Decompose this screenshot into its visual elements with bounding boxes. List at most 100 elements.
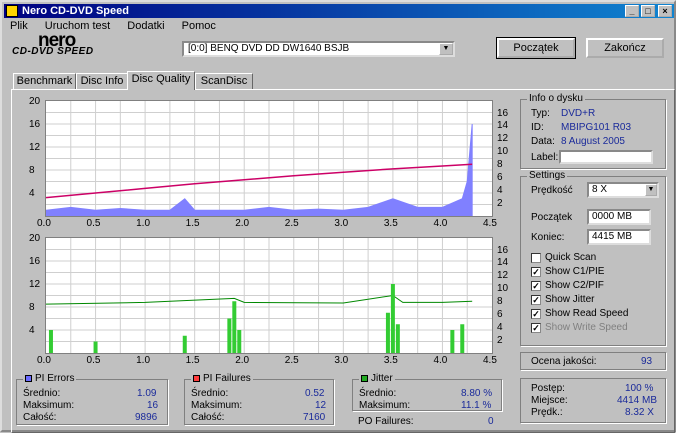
read-speed-value: 8.32 X xyxy=(625,407,654,418)
maximize-icon[interactable]: □ xyxy=(641,5,655,17)
pi-failures-total-label: Całość: xyxy=(191,412,225,423)
jitter-max: 11.1 % xyxy=(461,400,492,411)
jitter-chart-svg xyxy=(45,238,492,353)
y-right-tick-label: 14 xyxy=(497,120,509,132)
pi-errors-max: 16 xyxy=(147,400,159,411)
minimize-icon[interactable]: _ xyxy=(625,5,639,17)
y-right-tick-label: 6 xyxy=(497,172,503,184)
progress-label: Postęp: xyxy=(531,383,565,394)
x-tick-label: 2.0 xyxy=(235,218,250,229)
tab-disc-info[interactable]: Disc Info xyxy=(76,73,128,90)
jitter-avg-label: Średnio: xyxy=(359,388,397,399)
checkbox-quick-scan[interactable] xyxy=(531,253,541,263)
tab-scandisc[interactable]: ScanDisc xyxy=(195,73,253,90)
x-tick-label: 3.0 xyxy=(334,218,349,229)
menu-pomoc[interactable]: Pomoc xyxy=(182,20,216,32)
chevron-down-icon[interactable]: ▼ xyxy=(645,184,657,196)
start-button[interactable]: Początek xyxy=(496,37,576,59)
disc-label-label: Label: xyxy=(531,152,559,163)
pi-failures-bar xyxy=(182,335,187,353)
y-right-tick-label: 8 xyxy=(497,159,503,171)
pi-failures-bar xyxy=(460,324,465,353)
pi-errors-total: 9896 xyxy=(135,412,158,423)
chevron-down-icon[interactable]: ▼ xyxy=(439,43,453,55)
checkbox-label: Show Write Speed xyxy=(545,322,628,333)
disc-type-value: DVD+R xyxy=(561,108,596,119)
exit-button[interactable]: Zakończ xyxy=(586,38,664,58)
read-speed-label: Prędk.: xyxy=(531,407,563,418)
progress-value: 100 % xyxy=(625,383,654,394)
pi-errors-swatch xyxy=(25,374,32,382)
disc-date-label: Data: xyxy=(531,136,555,147)
menu-dodatki[interactable]: Dodatki xyxy=(127,20,164,32)
checkbox-show-c1-pie[interactable]: ✓ xyxy=(531,267,541,277)
pi-errors-chart-svg xyxy=(45,101,492,217)
pi-failures-bar xyxy=(395,324,400,353)
checkbox-show-read-speed[interactable]: ✓ xyxy=(531,309,541,319)
menu-plik[interactable]: Plik xyxy=(10,20,28,32)
y-right-tick-label: 4 xyxy=(497,185,503,197)
disc-id-value: MBIPG101 R03 xyxy=(561,122,632,133)
pi-failures-total: 7160 xyxy=(303,412,326,423)
tab-disc-quality[interactable]: Disc Quality xyxy=(127,71,195,90)
end-field[interactable]: 4415 MB xyxy=(587,229,651,245)
progress-group: Postęp: 100 % Miejsce: 4414 MB Prędk.: 8… xyxy=(520,378,666,423)
start-label: Początek xyxy=(531,212,573,223)
jitter-max-label: Maksimum: xyxy=(359,400,411,411)
quality-group: Ocena jakości: 93 xyxy=(520,352,666,370)
pi-errors-group: PI Errors Średnio: 1.09 Maksimum: 16 Cał… xyxy=(16,373,168,425)
pi-errors-avg: 1.09 xyxy=(137,388,157,399)
x-tick-label: 2.5 xyxy=(284,355,299,366)
jitter-title: Jitter xyxy=(359,373,395,385)
start-field[interactable]: 0000 MB xyxy=(587,209,651,225)
y-right-tick-label: 2 xyxy=(497,198,503,210)
main-window: Nero CD-DVD Speed _ □ × Plik Uruchom tes… xyxy=(0,0,676,433)
y-left-tick-label: 12 xyxy=(29,279,41,290)
drive-select-value: [0:0] BENQ DVD DD DW1640 BSJB xyxy=(188,43,350,54)
po-failures-label: PO Failures: xyxy=(358,416,414,427)
drive-select[interactable]: [0:0] BENQ DVD DD DW1640 BSJB ▼ xyxy=(182,41,455,57)
x-tick-label: 1.0 xyxy=(136,355,151,366)
tab-benchmark[interactable]: Benchmark xyxy=(13,73,76,90)
x-tick-label: 1.5 xyxy=(185,355,200,366)
speed-select[interactable]: 8 X ▼ xyxy=(587,182,659,198)
y-left-tick-label: 16 xyxy=(29,119,41,130)
checkbox-show-c2-pif[interactable]: ✓ xyxy=(531,281,541,291)
pi-failures-title-text: PI Failures xyxy=(203,373,251,384)
app-icon xyxy=(6,5,18,17)
checkbox-label: Show Jitter xyxy=(545,294,595,305)
y-right-tick-label: 16 xyxy=(497,107,509,119)
po-failures-value: 0 xyxy=(488,416,494,427)
pi-failures-group: PI Failures Średnio: 0.52 Maksimum: 12 C… xyxy=(184,373,334,425)
pi-failures-max: 12 xyxy=(315,400,327,411)
pi-failures-bar xyxy=(237,330,242,353)
x-tick-label: 4.5 xyxy=(483,218,497,229)
y-right-tick-label: 6 xyxy=(497,309,503,321)
settings-title: Settings xyxy=(527,170,568,182)
pi-failures-max-label: Maksimum: xyxy=(191,400,243,411)
pi-failures-avg: 0.52 xyxy=(305,388,325,399)
pi-failures-avg-label: Średnio: xyxy=(191,388,229,399)
close-icon[interactable]: × xyxy=(658,5,672,17)
place-label: Miejsce: xyxy=(531,395,568,406)
pi-failures-bar xyxy=(390,284,395,353)
x-tick-label: 3.0 xyxy=(334,355,349,366)
checkbox-show-jitter[interactable]: ✓ xyxy=(531,295,541,305)
checkbox-show-write-speed: ✓ xyxy=(531,323,541,333)
x-tick-label: 1.0 xyxy=(136,218,151,229)
y-left-tick-label: 8 xyxy=(29,302,35,313)
pi-failures-bar xyxy=(227,318,232,353)
jitter-line xyxy=(45,294,473,305)
x-tick-label: 2.5 xyxy=(284,218,299,229)
checkbox-label: Quick Scan xyxy=(545,252,597,263)
x-tick-label: 0.5 xyxy=(86,355,101,366)
x-tick-label: 0.5 xyxy=(86,218,101,229)
place-value: 4414 MB xyxy=(617,395,658,406)
x-tick-label: 2.0 xyxy=(235,355,250,366)
disc-label-field xyxy=(559,150,653,164)
y-right-tick-label: 10 xyxy=(497,146,509,158)
y-left-tick-label: 12 xyxy=(29,142,41,153)
x-tick-label: 4.0 xyxy=(433,218,448,229)
x-tick-label: 4.0 xyxy=(433,355,448,366)
x-tick-label: 3.5 xyxy=(383,218,398,229)
